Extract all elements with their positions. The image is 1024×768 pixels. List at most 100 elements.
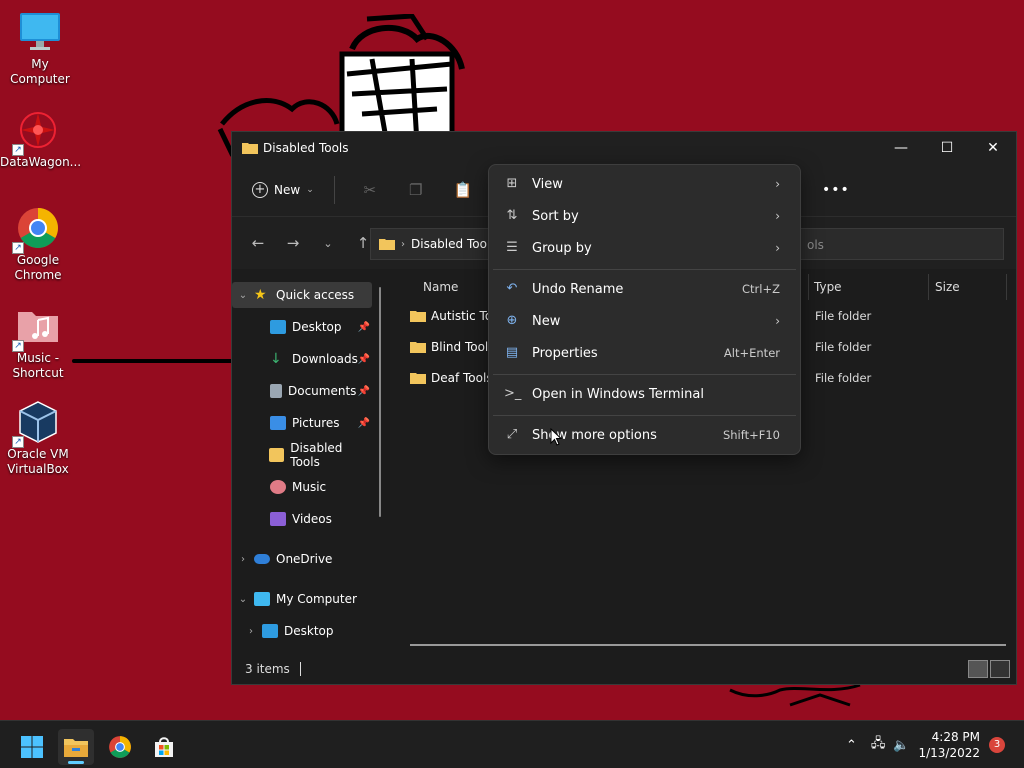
sidebar-item-desktop[interactable]: Desktop 📌 — [232, 314, 372, 340]
star-icon: ★ — [254, 287, 267, 303]
shortcut-label: Ctrl+Z — [742, 282, 780, 296]
file-type: File folder — [815, 340, 872, 354]
search-input[interactable]: ols — [792, 228, 1004, 260]
new-button[interactable]: + New ⌄ — [244, 176, 322, 204]
new-icon: ⊕ — [506, 313, 518, 328]
store-icon — [155, 737, 173, 757]
sidebar-item-desktop-2[interactable]: › Desktop — [232, 618, 372, 644]
menu-item-properties[interactable]: ▤ Properties Alt+Enter — [493, 338, 796, 368]
copy-icon[interactable]: ❐ — [408, 181, 424, 199]
chevron-right-icon: › — [775, 177, 780, 191]
desktop-icon-google-chrome[interactable]: ↗ Google Chrome — [0, 206, 76, 283]
datawagon-logo-icon: ↗ — [12, 108, 60, 156]
see-more-button[interactable]: ••• — [822, 182, 850, 198]
shortcut-arrow-icon: ↗ — [12, 340, 24, 352]
menu-item-label: Undo Rename — [532, 281, 624, 297]
menu-item-new[interactable]: ⊕ New › — [493, 306, 796, 336]
menu-separator — [493, 415, 796, 416]
column-header-size[interactable]: Size — [935, 272, 960, 302]
column-header-name[interactable]: Name — [423, 272, 458, 302]
sidebar-item-label: My Computer — [276, 592, 357, 606]
sidebar-item-disabled-tools[interactable]: Disabled Tools — [232, 441, 372, 469]
desktop-icon-my-computer[interactable]: My Computer — [2, 10, 78, 87]
undo-icon: ↶ — [506, 281, 518, 296]
desktop-icon-music-shortcut[interactable]: ↗ Music - Shortcut — [0, 304, 76, 381]
network-icon[interactable]: 🖧 — [871, 734, 886, 756]
recent-locations-chevron-icon[interactable]: ⌄ — [314, 229, 342, 257]
taskbar: ⌃ 🖧 🔈 4:28 PM 1/13/2022 3 — [0, 720, 1024, 768]
menu-item-undo-rename[interactable]: ↶ Undo Rename Ctrl+Z — [493, 274, 796, 304]
sidebar-item-my-computer[interactable]: ⌄ My Computer — [232, 586, 372, 612]
cut-icon[interactable]: ✂ — [362, 181, 378, 199]
folder-icon — [410, 342, 426, 353]
close-button[interactable]: ✕ — [970, 132, 1016, 163]
menu-item-open-terminal[interactable]: >_ Open in Windows Terminal — [493, 379, 796, 409]
file-explorer-icon — [64, 739, 88, 757]
chrome-icon: ↗ — [12, 206, 60, 254]
breadcrumb-chevron-icon: › — [401, 238, 405, 250]
desktop-icon — [270, 320, 286, 334]
back-arrow-icon[interactable]: ← — [244, 229, 272, 257]
pin-icon: 📌 — [357, 321, 370, 333]
sidebar-item-documents[interactable]: Documents 📌 — [232, 378, 372, 404]
shortcut-arrow-icon: ↗ — [12, 436, 24, 448]
maximize-button[interactable]: ☐ — [924, 132, 970, 163]
chevron-up-icon[interactable]: ⌃ — [846, 738, 857, 753]
folder-icon — [242, 142, 258, 154]
chevron-down-icon: ⌄ — [238, 593, 248, 605]
sidebar-item-downloads[interactable]: ↓ Downloads 📌 — [232, 346, 372, 372]
folder-icon — [410, 311, 426, 322]
pin-icon: 📌 — [357, 353, 370, 365]
view-icon: ⊞ — [506, 176, 518, 191]
column-divider[interactable] — [928, 274, 929, 300]
forward-arrow-icon[interactable]: → — [279, 229, 307, 257]
notification-badge[interactable]: 3 — [989, 737, 1005, 753]
menu-item-view[interactable]: ⊞ View › — [493, 169, 796, 199]
volume-icon[interactable]: 🔈 — [893, 738, 909, 753]
menu-item-group-by[interactable]: ☰ Group by › — [493, 233, 796, 263]
horizontal-scrollbar[interactable] — [410, 644, 1006, 646]
column-header-type[interactable]: Type — [814, 272, 842, 302]
chevron-right-icon: › — [775, 314, 780, 328]
chevron-right-icon: › — [249, 625, 253, 637]
desktop-icon-datawagon[interactable]: ↗ DataWagon... — [0, 108, 81, 170]
file-type: File folder — [815, 371, 872, 385]
menu-item-show-more-options[interactable]: ⤢ Show more options Shift+F10 — [493, 420, 796, 450]
menu-separator — [493, 374, 796, 375]
clock[interactable]: 4:28 PM 1/13/2022 — [918, 729, 980, 761]
taskbar-chrome[interactable] — [102, 729, 138, 765]
chevron-right-icon: › — [241, 553, 245, 565]
folder-icon — [379, 239, 395, 250]
paste-icon[interactable]: 📋 — [454, 181, 473, 199]
sidebar-item-music[interactable]: Music — [232, 474, 372, 500]
sort-icon: ⇅ — [506, 208, 518, 223]
sidebar-item-label: Videos — [292, 512, 332, 526]
menu-item-label: Open in Windows Terminal — [532, 386, 704, 402]
large-icons-view-icon[interactable] — [990, 660, 1010, 678]
minimize-button[interactable]: — — [878, 132, 924, 163]
sidebar-item-label: Downloads — [292, 352, 358, 366]
taskbar-microsoft-store[interactable] — [146, 729, 182, 765]
sidebar-item-quick-access[interactable]: ⌄ ★ Quick access — [232, 282, 372, 308]
column-divider[interactable] — [808, 274, 809, 300]
address-bar[interactable]: › Disabled Tools — [370, 228, 500, 260]
download-icon: ↓ — [270, 351, 282, 367]
column-divider[interactable] — [1006, 274, 1007, 300]
menu-item-sort-by[interactable]: ⇅ Sort by › — [493, 201, 796, 231]
folder-icon — [269, 448, 285, 462]
music-icon — [270, 480, 286, 494]
taskbar-file-explorer[interactable] — [58, 729, 94, 765]
sidebar-item-label: Pictures — [292, 416, 340, 430]
sidebar-scrollbar[interactable] — [379, 287, 381, 517]
sidebar-item-pictures[interactable]: Pictures 📌 — [232, 410, 372, 436]
details-view-icon[interactable] — [968, 660, 988, 678]
sidebar-item-videos[interactable]: Videos — [232, 506, 372, 532]
start-button[interactable] — [14, 729, 50, 765]
virtualbox-icon: ↗ — [12, 400, 60, 448]
desktop-icon-label: Google Chrome — [14, 253, 62, 282]
item-count: 3 items — [245, 662, 290, 676]
desktop-icon-virtualbox[interactable]: ↗ Oracle VM VirtualBox — [0, 400, 76, 477]
sidebar-item-onedrive[interactable]: › OneDrive — [232, 546, 372, 572]
file-name: Blind Tools — [431, 340, 495, 354]
title-bar[interactable]: Disabled Tools — ☐ ✕ — [232, 132, 1016, 163]
